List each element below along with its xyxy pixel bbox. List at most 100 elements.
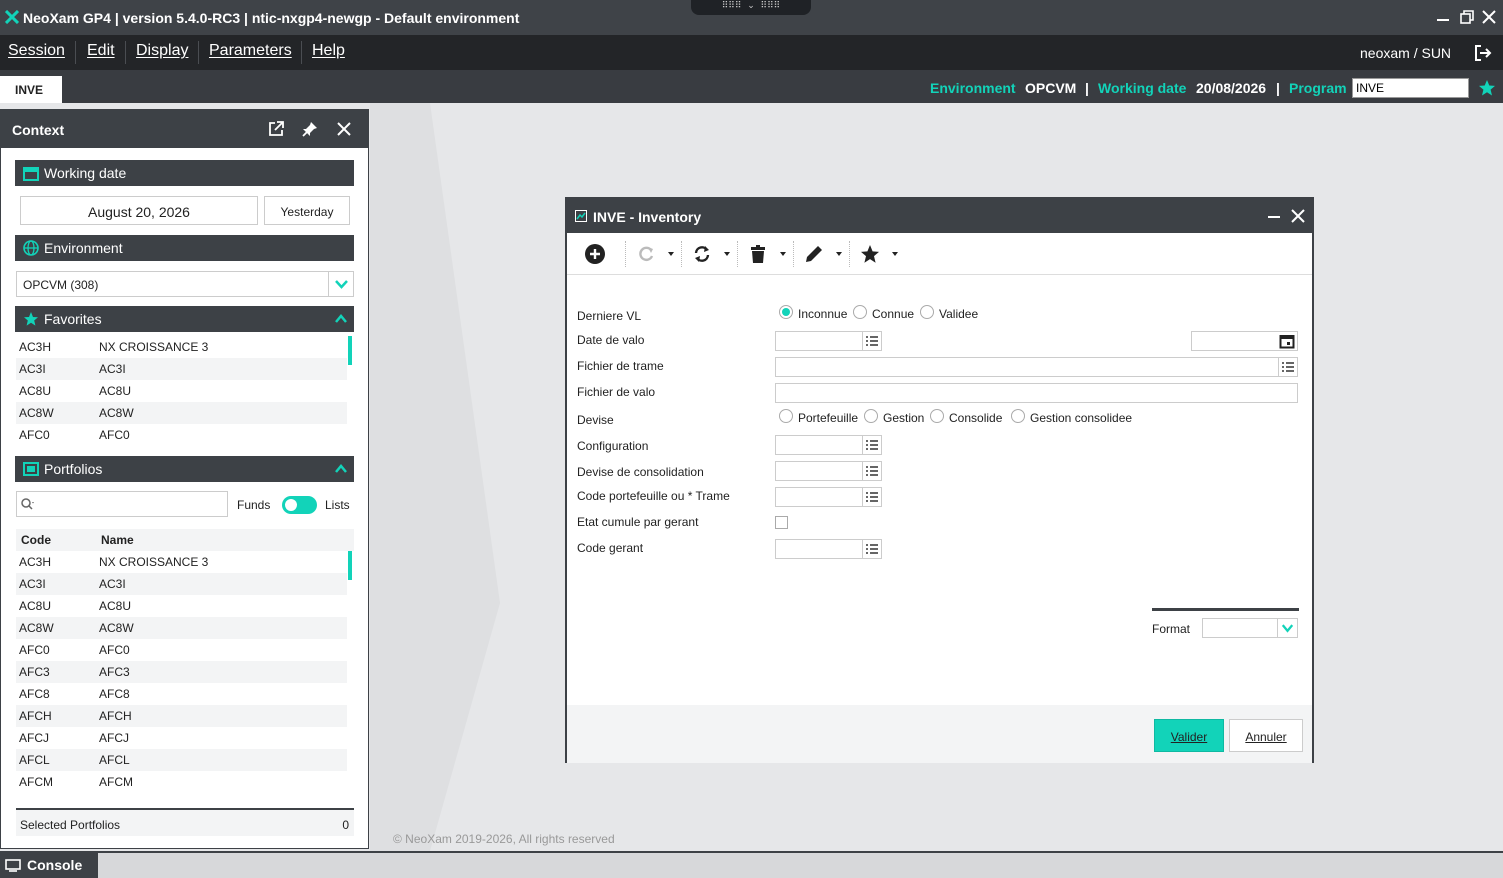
etat-cumule-checkbox[interactable] [775, 516, 788, 529]
portfolio-row[interactable]: AFCL AFCL [16, 749, 347, 771]
fichier-valo-label: Fichier de valo [577, 385, 656, 399]
console-button[interactable]: Console [0, 853, 98, 878]
favorite-row[interactable]: AFC0 AFC0 [16, 424, 347, 446]
minimize-icon[interactable] [1434, 8, 1452, 26]
radio-connue-label: Connue [872, 307, 915, 321]
column-name[interactable]: Name [101, 533, 134, 547]
portfolio-row[interactable]: AFC0 AFC0 [16, 639, 347, 661]
portfolio-row[interactable]: AFC8 AFC8 [16, 683, 347, 705]
edit-pencil-icon[interactable] [803, 243, 825, 265]
yesterday-button[interactable]: Yesterday [264, 196, 350, 225]
close-icon[interactable] [1290, 208, 1306, 224]
close-icon[interactable] [335, 120, 353, 138]
valider-button[interactable]: Valider [1154, 719, 1224, 752]
redo-icon[interactable] [635, 243, 657, 265]
portfolio-row[interactable]: AFCJ AFCJ [16, 727, 347, 749]
trash-icon[interactable] [747, 243, 769, 265]
list-icon[interactable] [862, 461, 882, 481]
favorite-row[interactable]: AC8U AC8U [16, 380, 347, 402]
portfolios-scrollbar[interactable] [348, 551, 352, 580]
caret-down-icon[interactable] [668, 252, 674, 256]
logout-icon[interactable] [1473, 43, 1493, 63]
radio-consolide[interactable] [930, 409, 944, 423]
favorite-row[interactable]: AC3H NX CROISSANCE 3 [16, 336, 347, 358]
radio-validee[interactable] [920, 305, 934, 319]
funds-lists-toggle[interactable] [282, 496, 317, 514]
portfolio-row[interactable]: AFCH AFCH [16, 705, 347, 727]
list-icon[interactable] [1278, 357, 1298, 377]
menu-parameters[interactable]: Parameters [209, 42, 292, 60]
radio-inconnue[interactable] [779, 305, 793, 319]
calendar-icon[interactable] [1279, 333, 1295, 349]
window-grip-handle[interactable]: ⠿⠿⠿ ⌄ ⠿⠿⠿ [691, 0, 811, 15]
pin-icon[interactable] [301, 120, 319, 138]
fichier-trame-input[interactable] [775, 357, 1280, 377]
code-gerant-input[interactable] [775, 539, 863, 559]
list-icon[interactable] [862, 539, 882, 559]
portfolio-row[interactable]: AC3H NX CROISSANCE 3 [16, 551, 347, 573]
configuration-input[interactable] [775, 435, 863, 455]
working-date-section: Working date [15, 160, 354, 186]
portfolio-row[interactable]: AC3I AC3I [16, 573, 347, 595]
open-external-icon[interactable] [267, 120, 285, 138]
portfolio-row[interactable]: AFCM AFCM [16, 771, 347, 793]
menu-help[interactable]: Help [312, 42, 345, 60]
list-icon[interactable] [862, 435, 882, 455]
caret-down-icon[interactable] [780, 252, 786, 256]
environment-value: OPCVM [1025, 80, 1077, 96]
working-date-field[interactable]: August 20, 2026 [20, 196, 258, 225]
devise-conso-input[interactable] [775, 461, 863, 481]
portfolio-name: AFC3 [99, 665, 130, 679]
star-icon[interactable] [859, 243, 881, 265]
date-valo-input[interactable] [775, 331, 863, 351]
list-icon[interactable] [862, 331, 882, 351]
chevron-down-icon[interactable] [1277, 619, 1297, 637]
chevron-up-icon[interactable] [334, 312, 348, 326]
restore-icon[interactable] [1458, 8, 1476, 26]
refresh-icon[interactable] [691, 243, 713, 265]
annuler-button[interactable]: Annuler [1229, 719, 1303, 752]
working-date-heading: Working date [44, 165, 127, 181]
favorites-scrollbar[interactable] [348, 336, 352, 365]
date-picker-input[interactable] [1191, 331, 1298, 351]
radio-connue[interactable] [853, 305, 867, 319]
menu-display[interactable]: Display [136, 42, 188, 60]
radio-gestion[interactable] [864, 409, 878, 423]
portfolios-section[interactable]: Portfolios [15, 456, 354, 482]
portfolio-search-input[interactable] [16, 491, 228, 517]
lists-label: Lists [325, 498, 350, 512]
menu-divider [125, 41, 126, 64]
favorite-row[interactable]: AC8W AC8W [16, 402, 347, 424]
favorites-section[interactable]: Favorites [15, 306, 354, 332]
menu-edit[interactable]: Edit [87, 42, 115, 60]
portfolio-row[interactable]: AC8W AC8W [16, 617, 347, 639]
menu-session[interactable]: Session [8, 42, 65, 60]
close-icon[interactable] [1480, 8, 1498, 26]
radio-portefeuille[interactable] [779, 409, 793, 423]
caret-down-icon[interactable] [724, 252, 730, 256]
star-icon[interactable] [1478, 79, 1496, 97]
portfolio-row[interactable]: AFC3 AFC3 [16, 661, 347, 683]
format-select[interactable] [1202, 618, 1298, 638]
caret-down-icon[interactable] [892, 252, 898, 256]
favorite-code: AC8W [19, 406, 54, 420]
chevron-up-icon[interactable] [334, 462, 348, 476]
list-icon[interactable] [862, 487, 882, 507]
radio-consolide-label: Consolide [949, 411, 1003, 425]
environment-select[interactable]: OPCVM (308) [16, 271, 354, 297]
minimize-icon[interactable] [1266, 208, 1282, 224]
radio-gestion-consolidee[interactable] [1011, 409, 1025, 423]
chevron-down-icon[interactable] [328, 272, 353, 296]
code-portefeuille-input[interactable] [775, 487, 863, 507]
caret-down-icon[interactable] [836, 252, 842, 256]
fichier-valo-input[interactable] [775, 383, 1298, 403]
portfolio-row[interactable]: AC8U AC8U [16, 595, 347, 617]
date-valo-label: Date de valo [577, 333, 645, 347]
globe-icon [23, 240, 39, 256]
tab-inve[interactable]: INVE [0, 76, 62, 103]
monitor-icon [5, 859, 21, 872]
favorite-row[interactable]: AC3I AC3I [16, 358, 347, 380]
add-icon[interactable] [584, 243, 606, 265]
column-code[interactable]: Code [21, 533, 51, 547]
program-input[interactable] [1352, 78, 1469, 98]
